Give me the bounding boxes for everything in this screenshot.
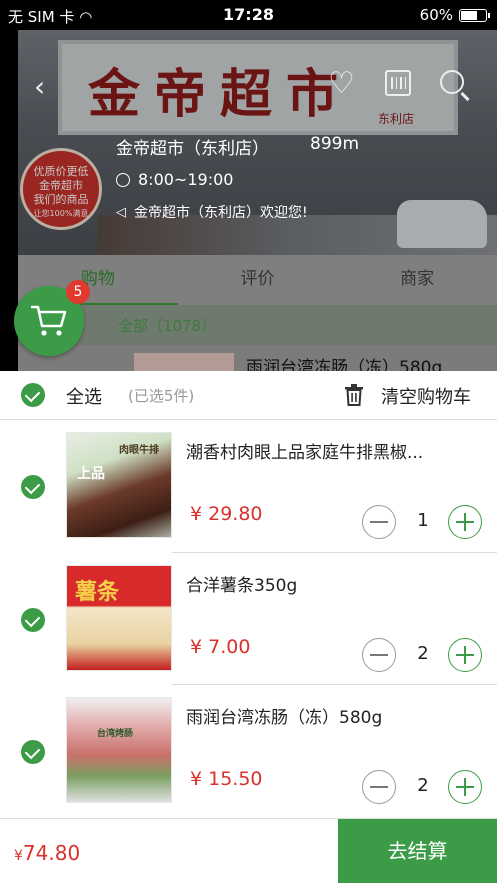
store-distance: 899m: [310, 134, 360, 154]
barcode-icon[interactable]: [385, 70, 411, 96]
store-tabs: 购物 评价 商家: [18, 255, 497, 305]
item-price: ¥ 29.80: [190, 503, 263, 525]
selected-count: (已选5件): [128, 387, 195, 405]
category-all[interactable]: 全部（1078）: [118, 315, 216, 336]
cart-item: 薯条 合洋薯条350g ¥ 7.00 2: [0, 553, 497, 685]
clock-icon: [116, 172, 130, 187]
store-notice: 金帝超市（东利店）欢迎您!: [134, 205, 308, 221]
item-name: 潮香村肉眼上品家庭牛排黑椒...: [186, 443, 424, 463]
status-right: 60%: [419, 6, 490, 24]
back-icon[interactable]: ‹: [34, 70, 45, 103]
checkout-button[interactable]: 去结算: [338, 819, 497, 883]
minus-icon[interactable]: [362, 505, 396, 539]
cart-item: 台湾烤肠 雨润台湾冻肠（冻）580g ¥ 15.50 2: [0, 685, 497, 817]
item-quantity: 2: [417, 643, 429, 664]
cart-footer: ¥74.80 去结算: [0, 818, 497, 883]
product-image-tag: 薯条: [75, 580, 120, 605]
cart-icon: [31, 305, 67, 336]
store-header: ‹ ♡ 金帝超市（东利店） 899m 8:00~19:00 ◁ 金帝超市（东利店…: [18, 30, 497, 255]
item-name: 雨润台湾冻肠（冻）580g: [186, 708, 383, 728]
store-notice-row: ◁ 金帝超市（东利店）欢迎您!: [116, 202, 308, 222]
status-bar: 无 SIM 卡 ◠ 17:28 60%: [0, 0, 497, 30]
background-product-row: 雨润台湾冻肠（冻）580g: [18, 345, 497, 371]
item-quantity: 1: [417, 510, 429, 531]
item-price: ¥ 7.00: [190, 636, 251, 658]
trash-icon[interactable]: [345, 384, 363, 406]
clear-cart-button[interactable]: 清空购物车: [381, 383, 471, 409]
product-image-tag: 台湾烤肠: [97, 729, 134, 739]
item-check-icon[interactable]: [21, 740, 45, 764]
plus-icon[interactable]: [448, 770, 482, 804]
item-check-icon[interactable]: [21, 608, 45, 632]
background-product-image: [134, 353, 234, 371]
cart-item: 上品 肉眼牛排 潮香村肉眼上品家庭牛排黑椒... ¥ 29.80 1: [0, 420, 497, 552]
item-check-icon[interactable]: [21, 475, 45, 499]
cart-panel: 全选 (已选5件) 清空购物车 上品 肉眼牛排 潮香村肉眼上品家庭牛排黑椒...…: [0, 371, 497, 818]
minus-icon[interactable]: [362, 638, 396, 672]
total-amount: 74.80: [22, 841, 81, 865]
minus-icon[interactable]: [362, 770, 396, 804]
search-icon[interactable]: [440, 70, 464, 94]
product-image: 薯条: [66, 565, 172, 671]
plus-icon[interactable]: [448, 638, 482, 672]
store-hours: 8:00~19:00: [138, 170, 234, 189]
item-price: ¥ 15.50: [190, 768, 263, 790]
item-quantity: 2: [417, 775, 429, 796]
select-all-check-icon[interactable]: [21, 383, 45, 407]
product-image-tag: 肉眼牛排: [119, 445, 159, 456]
item-name: 合洋薯条350g: [186, 576, 298, 596]
store-name: 金帝超市（东利店）: [116, 139, 269, 159]
category-header: 全部（1078）: [18, 305, 497, 345]
product-image-tag: 上品: [77, 466, 105, 482]
cart-total: ¥74.80: [14, 841, 80, 865]
store-hours-row: 8:00~19:00: [116, 170, 233, 189]
cart-panel-header: 全选 (已选5件) 清空购物车: [0, 371, 497, 420]
battery-percent: 60%: [419, 6, 453, 24]
battery-icon: [459, 8, 490, 22]
product-image: 上品 肉眼牛排: [66, 432, 172, 538]
background-product-name: 雨润台湾冻肠（冻）580g: [246, 358, 443, 371]
speaker-icon: ◁: [116, 204, 126, 220]
tab-reviews[interactable]: 评价: [178, 255, 338, 305]
select-all-label[interactable]: 全选: [66, 383, 102, 409]
cart-count-badge: 5: [66, 280, 90, 304]
heart-icon[interactable]: ♡: [328, 66, 355, 101]
tab-merchant[interactable]: 商家: [337, 255, 497, 305]
currency-symbol: ¥: [14, 848, 23, 864]
plus-icon[interactable]: [448, 505, 482, 539]
product-image: 台湾烤肠: [66, 697, 172, 803]
